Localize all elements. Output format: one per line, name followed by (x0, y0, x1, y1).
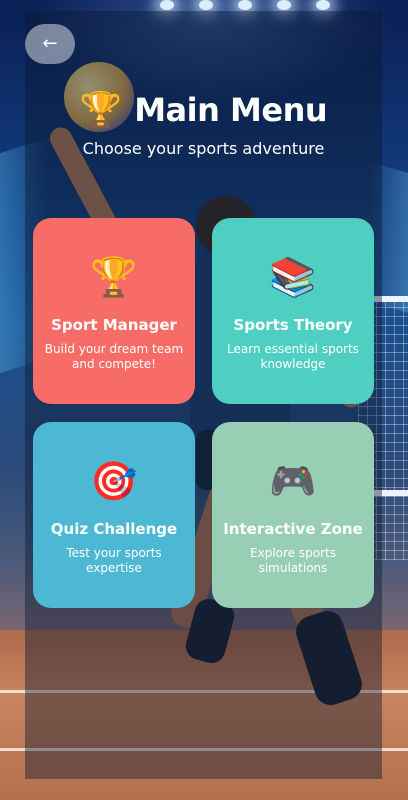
card-title: Interactive Zone (223, 520, 363, 538)
card-title: Sport Manager (51, 316, 177, 334)
card-description: Build your dream team and compete! (44, 342, 184, 371)
card-interactive-zone[interactable]: 🎮 Interactive Zone Explore sports simula… (212, 422, 374, 608)
books-icon: 📚 (269, 255, 317, 299)
page-title-text: Main Menu (134, 91, 328, 129)
main-menu-screen: ← 🏆 Main Menu Choose your sports adventu… (0, 0, 408, 800)
page-title: 🏆 Main Menu (25, 84, 382, 136)
target-icon: 🎯 (90, 459, 138, 503)
card-title: Sports Theory (233, 316, 353, 334)
trophy-icon: 🏆 (79, 90, 123, 130)
back-arrow-icon: ← (42, 33, 58, 54)
card-description: Test your sports expertise (66, 546, 162, 575)
card-description: Learn essential sports knowledge (227, 342, 359, 371)
trophy-icon: 🏆 (90, 255, 138, 299)
page-subtitle: Choose your sports adventure (82, 139, 325, 158)
game-controller-icon: 🎮 (269, 459, 317, 503)
back-button[interactable]: ← (25, 24, 75, 64)
card-description: Explore sports simulations (250, 546, 336, 575)
card-title: Quiz Challenge (50, 520, 178, 538)
card-sports-theory[interactable]: 📚 Sports Theory Learn essential sports k… (212, 218, 374, 404)
card-sport-manager[interactable]: 🏆 Sport Manager Build your dream team an… (33, 218, 195, 404)
card-quiz-challenge[interactable]: 🎯 Quiz Challenge Test your sports expert… (33, 422, 195, 608)
